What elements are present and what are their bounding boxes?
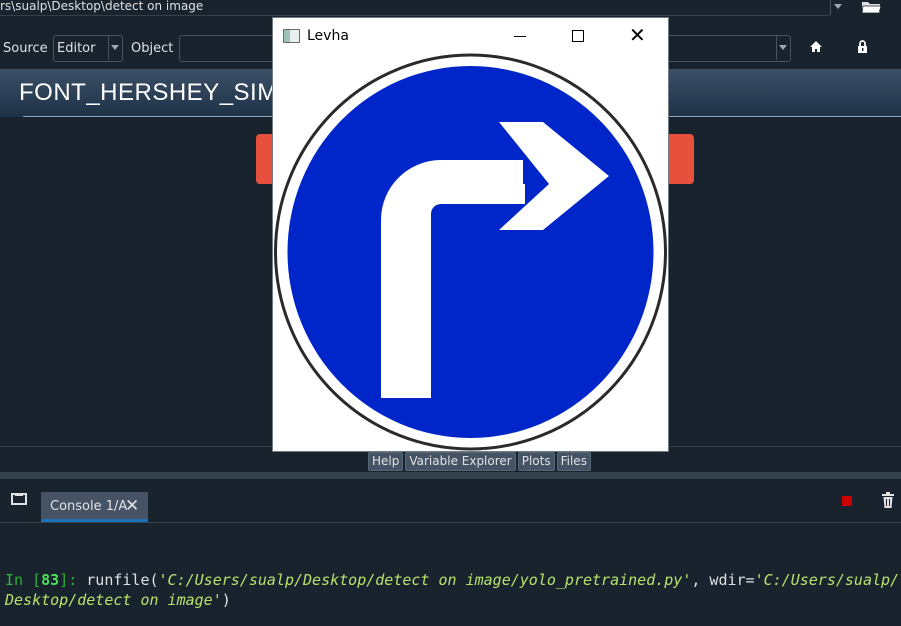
runfile-command: runfile( — [86, 571, 159, 589]
working-directory-input[interactable]: rs\sualp\Desktop\detect on image — [0, 0, 830, 16]
window-title: Levha — [307, 28, 349, 44]
path-dropdown-button[interactable] — [830, 0, 845, 15]
wdir-path-part2: Desktop/detect on image' — [5, 591, 222, 609]
object-label: Object — [131, 41, 174, 56]
prompt-number: 83 — [41, 571, 60, 589]
close-icon[interactable]: ✕ — [125, 496, 139, 516]
tab-help[interactable]: Help — [368, 452, 404, 471]
tab-variable-explorer[interactable]: Variable Explorer — [405, 452, 516, 471]
wdir-path-part1: 'C:/Users/sualp/ — [754, 571, 900, 589]
stop-icon[interactable] — [842, 496, 852, 506]
open-folder-icon[interactable] — [860, 0, 882, 14]
object-dropdown-arrow[interactable] — [776, 36, 790, 60]
pane-tab-bar: Help Variable Explorer Plots Files — [368, 452, 591, 471]
close-paren: ) — [221, 591, 231, 609]
pane-splitter[interactable] — [0, 472, 901, 479]
source-value: Editor — [57, 41, 96, 56]
turn-right-sign-image — [274, 53, 667, 451]
trash-icon[interactable] — [881, 492, 895, 509]
window-close-icon[interactable]: ✕ — [629, 23, 646, 47]
script-path: 'C:/Users/sualp/Desktop/detect on image/… — [158, 571, 692, 589]
window-app-icon — [283, 29, 300, 43]
minimize-icon[interactable] — [514, 36, 526, 37]
console-tab-label: Console 1/A — [50, 499, 128, 514]
console-divider — [0, 522, 901, 523]
maximize-icon[interactable] — [572, 30, 584, 42]
tab-plots[interactable]: Plots — [517, 452, 555, 471]
source-dropdown-arrow[interactable] — [108, 36, 122, 60]
home-icon[interactable] — [809, 40, 823, 53]
source-label: Source — [3, 41, 48, 56]
lock-icon[interactable] — [857, 39, 868, 54]
console-output[interactable]: In [83]: runfile('C:/Users/sualp/Desktop… — [5, 570, 901, 610]
help-title: FONT_HERSHEY_SIMP — [19, 79, 295, 106]
console-options-icon[interactable] — [11, 493, 27, 505]
tab-files[interactable]: Files — [556, 452, 591, 471]
wdir-keyword: , wdir= — [691, 571, 755, 589]
prompt-end: ]: — [59, 571, 87, 589]
prompt-in: In [ — [5, 571, 42, 589]
